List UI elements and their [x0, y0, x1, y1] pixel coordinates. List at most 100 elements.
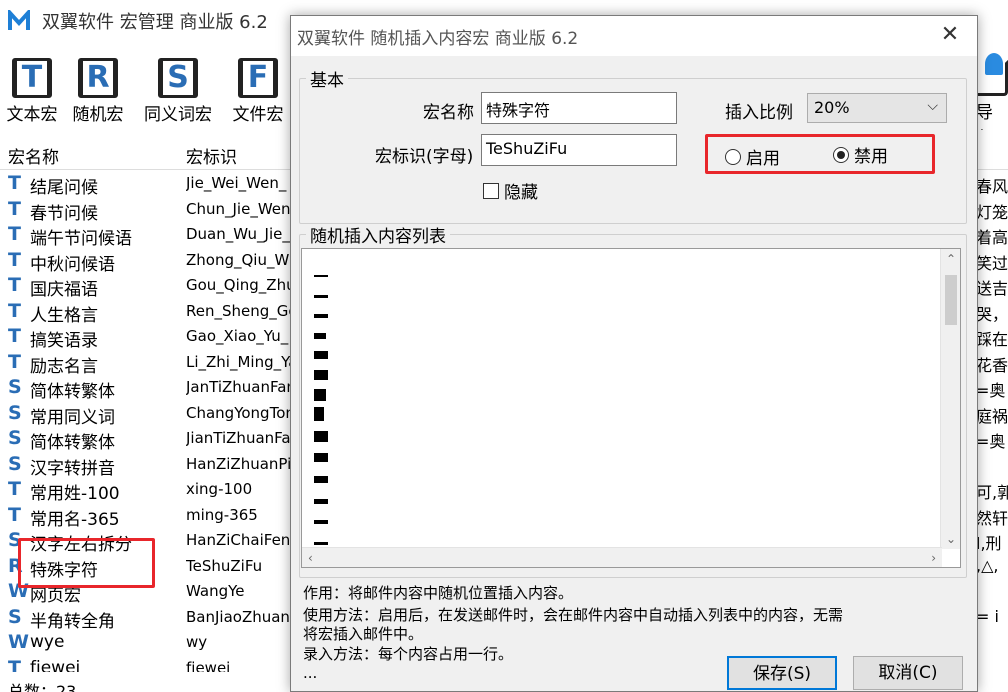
id-input[interactable]: TeShuZiFu: [481, 134, 677, 166]
highlight-row-box: [18, 538, 155, 588]
macro-id: Chun_Jie_Wen: [186, 199, 290, 218]
scroll-right-icon[interactable]: ›: [931, 551, 936, 565]
scroll-left-icon[interactable]: ‹: [308, 551, 313, 565]
macro-content-preview: 春风: [976, 177, 1008, 196]
disable-label: 禁用: [854, 147, 888, 167]
name-input[interactable]: 特殊字符: [481, 92, 677, 124]
macro-content-preview: 笑过: [976, 253, 1008, 273]
enable-radio-circle[interactable]: [725, 148, 741, 165]
save-button[interactable]: 保存(S): [727, 656, 837, 690]
list-item-mark: [314, 453, 328, 463]
desc-usage-cont: 将宏插入邮件中。: [303, 625, 424, 643]
macro-name: 汉字转拼音: [30, 458, 115, 479]
macro-name: 常用同义词: [30, 407, 115, 428]
desc-usage: 使用方法：启用后，在发送邮件时，会在邮件内容中自动插入列表中的内容，无需: [303, 606, 844, 624]
macro-name: 简体转繁体: [30, 433, 115, 453]
macro-id: fjewei: [186, 658, 231, 673]
macro-id: Gao_Xiao_Yu_: [186, 327, 289, 345]
list-item-mark: [314, 388, 326, 401]
random-content-list[interactable]: ⌃ ⌄ ‹ ›: [301, 248, 961, 568]
dialog-title: 双翼软件 随机插入内容宏 商业版 6.2: [297, 28, 579, 49]
list-item-mark: [314, 275, 328, 277]
import-label: 导入: [976, 103, 993, 130]
macro-name: wye: [30, 632, 65, 652]
macro-id: Li_Zhi_Ming_Ya: [186, 352, 290, 371]
list-item-mark: [314, 370, 328, 380]
macro-content-preview: ,△,: [976, 555, 999, 575]
list-item-mark: [314, 476, 328, 483]
macro-content-preview: 庭祸: [976, 406, 1008, 426]
name-label: 宏名称: [423, 103, 474, 123]
macro-type-icon: S: [8, 376, 22, 398]
desc-purpose: 作用：将邮件内容中随机位置插入内容。: [303, 584, 574, 602]
macro-content-preview: =奥: [976, 381, 1006, 400]
macro-type-icon: S: [8, 401, 22, 424]
list-item-mark: [314, 294, 328, 298]
macro-content-preview: 哭，: [976, 304, 1008, 324]
cancel-button[interactable]: 取消(C): [853, 656, 963, 690]
macro-id: xing-100: [186, 480, 253, 498]
macro-type-icon: T: [8, 248, 21, 271]
id-label: 宏标识(字母): [375, 147, 474, 167]
basic-legend: 基本: [310, 71, 344, 91]
list-legend: 随机插入内容列表: [310, 227, 446, 247]
macro-id: HanZiZhuanPin: [186, 454, 290, 473]
macro-type-icon: T: [8, 172, 21, 194]
macro-name: 简体转繁体: [30, 382, 115, 402]
macro-type-icon: S: [8, 605, 22, 628]
macro-id: BanJiaoZhuan: [186, 607, 290, 626]
macro-content-preview: 花香: [976, 355, 1008, 375]
chevron-down-icon: ⌵: [927, 98, 938, 114]
ratio-label: 插入比例: [725, 103, 793, 123]
disable-radio[interactable]: 禁用: [833, 142, 888, 167]
macro-type-icon: T: [8, 503, 21, 526]
macro-name: fjewei: [30, 657, 81, 673]
macro-content-preview: 然轩,: [976, 508, 1008, 528]
random-macro-button[interactable]: R 随机宏: [58, 52, 138, 130]
synonym-macro-button[interactable]: S 同义词宏: [138, 52, 218, 130]
desc-more: ...: [303, 664, 318, 682]
file-macro-button[interactable]: F 文件宏: [218, 52, 298, 130]
random-macro-icon: R: [78, 58, 118, 98]
list-item-mark: [314, 332, 326, 339]
macro-id: wy: [186, 633, 208, 651]
macro-name: 春节问候: [30, 203, 98, 224]
ratio-select[interactable]: 20% ⌵: [807, 93, 947, 123]
file-macro-label: 文件宏: [232, 105, 284, 125]
macro-type-icon: S: [8, 452, 22, 475]
hidden-checkbox-box[interactable]: [483, 182, 499, 199]
macro-type-icon: W: [8, 631, 29, 653]
scroll-up-icon[interactable]: ⌃: [946, 252, 956, 266]
column-id-header[interactable]: 宏标识: [186, 143, 237, 168]
macro-content-preview: 可,郭: [976, 483, 1008, 502]
macro-id: Duan_Wu_Jie_: [186, 225, 290, 243]
macro-id: Ren_Sheng_Ge: [186, 301, 290, 320]
horizontal-scrollbar[interactable]: ‹ ›: [302, 547, 942, 567]
macro-name: 常用姓-100: [30, 484, 120, 504]
list-item-mark: [314, 520, 328, 525]
disable-radio-circle[interactable]: [833, 146, 849, 163]
macro-name: 搞笑语录: [30, 331, 98, 351]
status-bar: 总数：23: [8, 682, 77, 692]
app-window: 双翼软件 宏管理 商业版 6.2 T 文本宏 R 随机宏 S 同义词宏 F 文件…: [0, 0, 1008, 692]
macro-content-preview: = i: [976, 606, 999, 626]
scroll-thumb[interactable]: [945, 275, 957, 325]
macro-id: Gou_Qing_Zhu: [186, 276, 290, 294]
macro-id: JanTiZhuanFan: [186, 378, 290, 396]
enable-radio[interactable]: 启用: [725, 144, 780, 169]
file-macro-icon: F: [238, 58, 278, 98]
close-icon[interactable]: ✕: [937, 22, 963, 48]
text-macro-icon: T: [12, 58, 52, 98]
scroll-down-icon[interactable]: ⌄: [946, 532, 956, 546]
ratio-value: 20%: [814, 98, 850, 117]
macro-type-icon: T: [8, 223, 21, 245]
desc-input-method: 录入方法：每个内容占用一行。: [303, 645, 514, 663]
list-item-mark: [314, 541, 328, 545]
hidden-checkbox[interactable]: 隐藏: [483, 178, 538, 203]
column-name-header[interactable]: 宏名称: [8, 143, 59, 168]
macro-id: WangYe: [186, 582, 245, 600]
macro-name: 半角转全角: [30, 611, 115, 632]
list-item-mark: [314, 430, 328, 442]
macro-name: 人生格言: [30, 305, 98, 326]
vertical-scrollbar[interactable]: ⌃ ⌄: [940, 249, 960, 549]
